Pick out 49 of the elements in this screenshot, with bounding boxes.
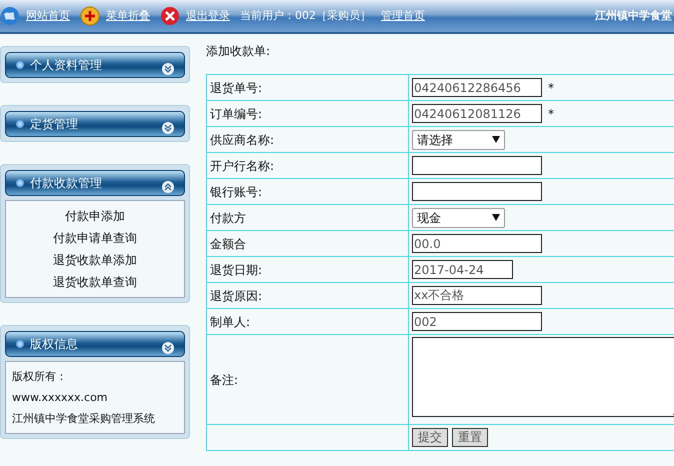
menu-link[interactable]: 退货收款单添加 xyxy=(12,249,178,271)
plus-icon xyxy=(80,6,100,26)
field-label: 订单编号: xyxy=(206,100,408,126)
caret-icon xyxy=(492,214,500,221)
required-mark: * xyxy=(548,80,554,94)
field-label: 制单人: xyxy=(206,308,408,334)
field-label: 退货单号: xyxy=(206,74,408,100)
globe-icon xyxy=(0,6,20,26)
form-button[interactable]: 提交 xyxy=(412,428,448,447)
close-icon xyxy=(160,6,180,26)
field-label: 退货日期: xyxy=(206,256,408,282)
input-field[interactable]: 04240612286456 xyxy=(412,78,542,97)
caret-icon xyxy=(492,136,500,143)
textarea-field[interactable] xyxy=(412,337,674,417)
input-field[interactable] xyxy=(412,182,542,201)
current-user: 当前用户：002［采购员］ xyxy=(240,8,371,24)
input-field[interactable]: 00.0 xyxy=(412,234,542,253)
bullet-icon xyxy=(16,61,24,69)
bullet-icon xyxy=(16,340,24,348)
field-label: 备注: xyxy=(206,334,408,424)
field-label: 金额合 xyxy=(206,230,408,256)
field-label: 供应商名称: xyxy=(206,126,408,152)
info-text: 江州镇中学食堂采购管理系统 xyxy=(12,411,156,427)
panel-title: 付款收款管理 xyxy=(30,175,102,192)
panel-title: 版权信息 xyxy=(30,336,78,353)
field-label: 银行账号: xyxy=(206,178,408,204)
input-field[interactable]: 002 xyxy=(412,312,542,331)
panel-title: 个人资料管理 xyxy=(30,57,102,74)
input-field[interactable] xyxy=(412,156,542,175)
field-label: 开户行名称: xyxy=(206,152,408,178)
required-mark: * xyxy=(548,106,554,120)
input-field[interactable]: 04240612081126 xyxy=(412,104,542,123)
info-text: 版权所有： xyxy=(12,369,68,385)
form-button[interactable]: 重置 xyxy=(452,428,488,447)
input-field[interactable]: xx不合格 xyxy=(412,286,542,305)
menu-link[interactable]: 付款申请单查询 xyxy=(12,227,178,249)
menu-link[interactable]: 付款申添加 xyxy=(12,205,178,227)
input-field[interactable]: 2017-04-24 xyxy=(412,260,513,279)
dropdown[interactable]: 现金 xyxy=(412,208,505,228)
bullet-icon xyxy=(16,179,24,187)
site-title: 江州镇中学食堂 xyxy=(595,8,672,24)
field-label: 退货原因: xyxy=(206,282,408,308)
field-label: 付款方 xyxy=(206,204,408,230)
bullet-icon xyxy=(16,120,24,128)
panel-title: 定货管理 xyxy=(30,116,78,133)
dropdown[interactable]: 请选择 xyxy=(412,130,505,150)
menu-link[interactable]: 退货收款单查询 xyxy=(12,271,178,293)
form-title: 添加收款单: xyxy=(206,43,272,60)
info-text: www.xxxxxx.com xyxy=(12,390,109,406)
